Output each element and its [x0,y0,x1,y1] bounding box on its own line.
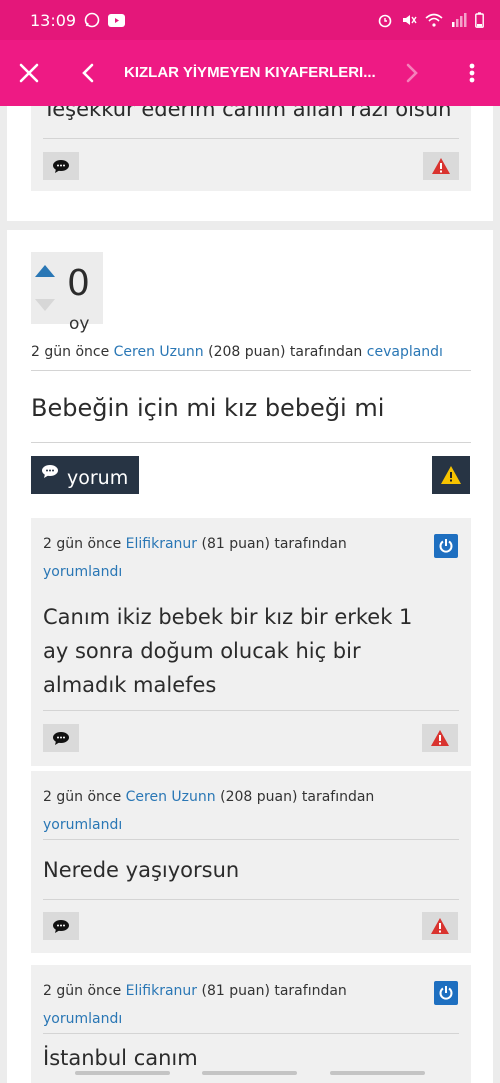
comment-text: İstanbul canım [43,1046,198,1070]
divider [43,138,459,139]
previous-comment: Teşekkür ederim canım allah razı olsun [31,106,471,191]
forward-button[interactable] [394,55,430,91]
vote-label: oy [69,314,90,334]
warning-icon [432,158,450,174]
chevron-left-icon [82,63,94,83]
warning-icon [431,918,449,934]
alarm-icon [378,14,392,28]
chevron-right-icon [406,63,418,83]
page-content: Teşekkür ederim canım allah razı olsun 0… [0,106,500,1083]
more-options-button[interactable] [454,55,490,91]
comment-time: 2 gün önce [43,536,122,552]
warning-icon [441,466,461,484]
comment-meta: 2 gün önce Elifikranur (81 puan) tarafın… [43,977,383,1033]
comment-meta: 2 gün önce Elifikranur (81 puan) tarafın… [43,530,383,586]
page-title: KIZLAR YİYMEYEN KIYAFERLERI... [124,64,376,81]
comment-item: 2 gün önce Ceren Uzunn (208 puan) tarafı… [31,771,471,953]
signal-icon [452,13,467,27]
flag-button[interactable] [422,724,458,752]
answer-points: (208 puan) [208,344,286,360]
comment-button[interactable] [43,152,79,180]
comment-author-link[interactable]: Elifikranur [126,536,197,552]
mute-icon [403,15,417,25]
comment-time: 2 gün önce [43,983,122,999]
comment-text: Nerede yaşıyorsun [43,858,240,882]
close-button[interactable] [11,55,47,91]
power-button[interactable] [434,534,458,558]
comment-by: tarafından [274,983,347,999]
comment-action-link[interactable]: yorumlandı [43,1011,122,1027]
vote-count: 0 [67,263,90,304]
comment-item: 2 gün önce Elifikranur (81 puan) tarafın… [31,965,471,1083]
comment-points: (81 puan) [201,983,270,999]
comment-by: tarafından [274,536,347,552]
comment-button[interactable] [43,724,79,752]
status-time: 13:09 [30,10,77,30]
app-toolbar: KIZLAR YİYMEYEN KIYAFERLERI... [0,40,500,106]
comment-author-link[interactable]: Ceren Uzunn [126,789,216,805]
divider [43,899,459,900]
vote-up-button[interactable] [33,262,57,280]
power-icon [439,539,453,553]
comment-item: 2 gün önce Elifikranur (81 puan) tarafın… [31,518,471,766]
answer-author-link[interactable]: Ceren Uzunn [114,344,204,360]
flag-answer-button[interactable] [432,456,470,494]
vote-down-button[interactable] [33,296,57,314]
comment-points: (81 puan) [201,536,270,552]
comment-meta: 2 gün önce Ceren Uzunn (208 puan) tarafı… [43,783,413,839]
comment-action-link[interactable]: yorumlandı [43,564,122,580]
nav-bar-indicator [330,1071,425,1075]
whatsapp-icon [84,12,100,28]
comment-points: (208 puan) [220,789,298,805]
warning-icon [431,730,449,746]
answer-text: Bebeğin için mi kız bebeği mi [31,394,385,422]
battery-icon [475,12,484,28]
comment-by: tarafından [301,789,375,805]
comment-text: Teşekkür ederim canım allah razı olsun [43,106,452,121]
comment-button[interactable] [43,912,79,940]
answer-meta: 2 gün önce Ceren Uzunn (208 puan) tarafı… [31,338,443,366]
speech-bubble-icon [53,919,69,933]
divider [43,1033,459,1034]
close-icon [19,63,39,83]
wifi-icon [425,13,443,27]
arrow-up-icon [35,265,55,277]
answer-action-link[interactable]: cevaplandı [367,344,443,360]
divider [43,839,459,840]
nav-bar-indicator [75,1071,170,1075]
comment-text: Canım ikiz bebek bir kız bir erkek 1 ay … [43,605,413,697]
previous-answer-card: Teşekkür ederim canım allah razı olsun [7,106,493,221]
divider [31,370,471,371]
status-bar: 13:09 [0,0,500,40]
power-button[interactable] [434,981,458,1005]
answer-by: tarafından [289,344,363,360]
more-vert-icon [469,63,475,83]
speech-bubble-icon [53,159,69,173]
comment-author-link[interactable]: Elifikranur [126,983,197,999]
comment-action-link[interactable]: yorumlandı [43,817,122,833]
add-comment-button[interactable]: yorum [31,456,139,494]
speech-bubble-icon [42,465,58,478]
divider [31,442,471,443]
add-comment-label: yorum [67,467,129,489]
power-icon [439,986,453,1000]
flag-button[interactable] [423,152,459,180]
comment-time: 2 gün önce [43,789,122,805]
flag-button[interactable] [422,912,458,940]
answer-time: 2 gün önce [31,344,110,360]
nav-bar-indicator [202,1071,297,1075]
divider [43,710,459,711]
speech-bubble-icon [53,731,69,745]
back-button[interactable] [70,55,106,91]
vote-box: 0 [31,252,103,324]
youtube-icon [108,13,126,27]
arrow-down-icon [35,299,55,311]
